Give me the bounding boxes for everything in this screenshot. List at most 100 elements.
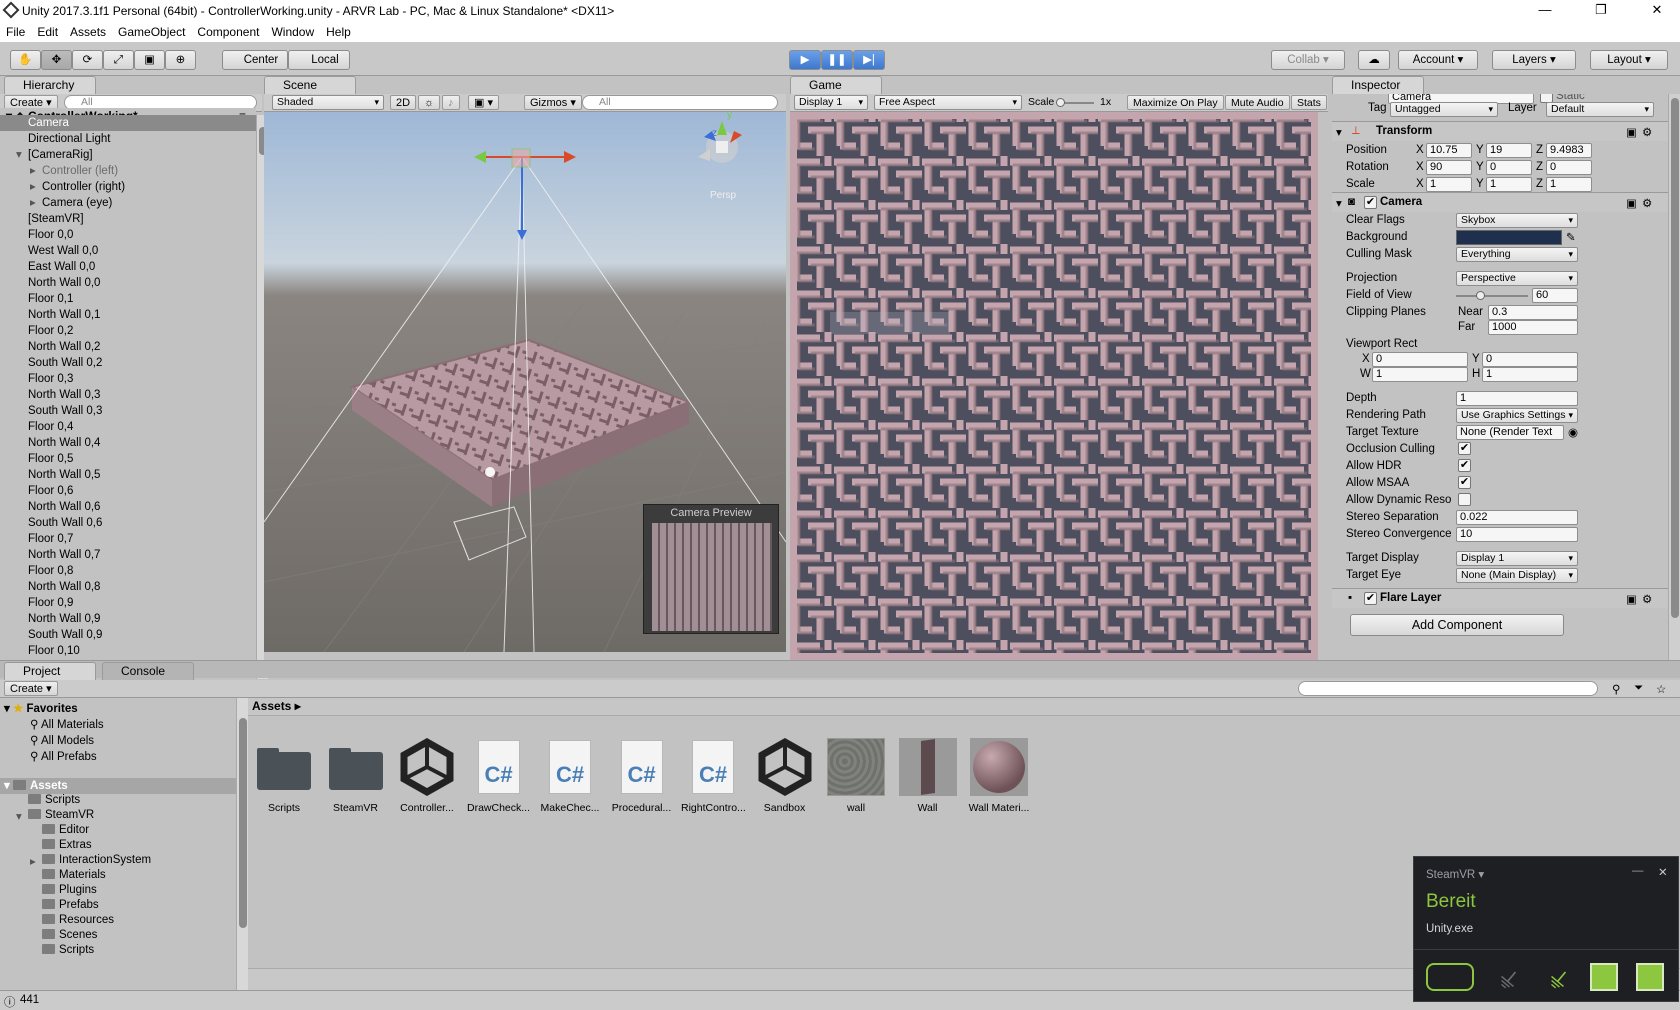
- camera-settings-gear-icon[interactable]: ⚙: [1642, 196, 1652, 210]
- favorite-item[interactable]: ⚲ All Prefabs: [30, 749, 97, 763]
- scale-slider-knob[interactable]: [1056, 98, 1065, 107]
- hierarchy-item[interactable]: South Wall 0,2: [0, 355, 256, 371]
- asset-item[interactable]: Sandbox: [753, 737, 817, 814]
- fov-slider-knob[interactable]: [1475, 291, 1485, 300]
- maximize-on-play-toggle[interactable]: Maximize On Play: [1127, 95, 1224, 110]
- steamvr-close-icon[interactable]: ✕: [1658, 865, 1668, 879]
- asset-item[interactable]: wall: [824, 738, 888, 814]
- folder-item[interactable]: Scripts: [42, 944, 94, 956]
- hierarchy-item[interactable]: South Wall 0,9: [0, 627, 256, 643]
- hierarchy-item[interactable]: Floor 0,9: [0, 595, 256, 611]
- minimize-button[interactable]: —: [1530, 2, 1560, 17]
- viewport-w-field[interactable]: 1: [1372, 367, 1468, 382]
- rotation-z-field[interactable]: 0: [1546, 160, 1592, 175]
- flare-settings-gear-icon[interactable]: ⚙: [1642, 592, 1652, 606]
- project-create-button[interactable]: Create ▾: [4, 681, 58, 696]
- hierarchy-item[interactable]: ▾ [CameraRig]: [0, 147, 256, 163]
- cloud-icon[interactable]: ☁: [1358, 50, 1390, 70]
- hierarchy-item[interactable]: Floor 0,3: [0, 371, 256, 387]
- rotation-y-field[interactable]: 0: [1486, 160, 1532, 175]
- favorites-row[interactable]: ▾ ★ Favorites: [4, 701, 78, 715]
- tab-console[interactable]: Console: [102, 662, 194, 680]
- folder-item[interactable]: Extras: [42, 839, 92, 851]
- project-search-input[interactable]: [1298, 681, 1598, 696]
- add-component-button[interactable]: Add Component: [1350, 614, 1564, 636]
- hierarchy-item[interactable]: Floor 0,4: [0, 419, 256, 435]
- hierarchy-item[interactable]: Floor 0,6: [0, 483, 256, 499]
- hierarchy-item[interactable]: Floor 0,2: [0, 323, 256, 339]
- transform-settings-gear-icon[interactable]: ⚙: [1642, 125, 1652, 139]
- transform-tool-icon[interactable]: ⊕: [165, 50, 196, 70]
- hierarchy-item[interactable]: Floor 0,10: [0, 643, 256, 659]
- asset-item[interactable]: C# MakeChec...: [538, 738, 602, 814]
- dynamic-resolution-checkbox[interactable]: [1458, 493, 1471, 506]
- menu-window[interactable]: Window: [265, 22, 320, 39]
- camera-component-header[interactable]: ▾ ◙ ✔ Camera ▣ ⚙: [1332, 192, 1668, 212]
- effects-toggle-icon[interactable]: ▣ ▾: [468, 95, 499, 110]
- camera-help-icon[interactable]: ▣: [1626, 196, 1637, 210]
- game-view[interactable]: [790, 112, 1328, 660]
- hierarchy-item[interactable]: South Wall 0,3: [0, 403, 256, 419]
- position-z-field[interactable]: 9.4983: [1546, 143, 1592, 158]
- maximize-button[interactable]: ❐: [1586, 2, 1616, 18]
- hierarchy-item[interactable]: Directional Light: [0, 131, 256, 147]
- hierarchy-item[interactable]: North Wall 0,8: [0, 579, 256, 595]
- near-field[interactable]: 0.3: [1488, 305, 1578, 320]
- fov-field[interactable]: 60: [1532, 288, 1578, 303]
- folder-item[interactable]: Resources: [42, 914, 114, 926]
- position-y-field[interactable]: 19: [1486, 143, 1532, 158]
- step-button[interactable]: ▶|: [853, 50, 885, 70]
- transform-header[interactable]: ▾ ⟂ Transform ▣ ⚙: [1332, 121, 1668, 141]
- occlusion-checkbox[interactable]: ✔: [1458, 442, 1471, 455]
- transform-help-icon[interactable]: ▣: [1626, 125, 1637, 139]
- hierarchy-item[interactable]: South Wall 0,6: [0, 515, 256, 531]
- hierarchy-item[interactable]: North Wall 0,6: [0, 499, 256, 515]
- collapse-arrow-icon[interactable]: ▸: [30, 195, 36, 211]
- asset-item[interactable]: C# RightContro...: [681, 738, 745, 814]
- account-dropdown[interactable]: Account ▾: [1398, 50, 1478, 70]
- stereo-separation-field[interactable]: 0.022: [1456, 510, 1578, 525]
- stereo-convergence-field[interactable]: 10: [1456, 527, 1578, 542]
- move-tool-icon[interactable]: ✥: [41, 50, 72, 70]
- hierarchy-item[interactable]: North Wall 0,0: [0, 275, 256, 291]
- collapse-arrow-icon[interactable]: ▸: [30, 854, 36, 868]
- hierarchy-item[interactable]: Floor 0,1: [0, 291, 256, 307]
- assets-root-row[interactable]: ▾ Assets: [0, 778, 236, 794]
- tag-dropdown[interactable]: Untagged: [1390, 102, 1498, 117]
- gizmos-dropdown[interactable]: Gizmos ▾: [524, 95, 582, 110]
- scale-y-field[interactable]: 1: [1486, 177, 1532, 192]
- scene-search-input[interactable]: All: [582, 95, 778, 110]
- transform-foldout-icon[interactable]: ▾: [1336, 125, 1342, 139]
- lighting-toggle-icon[interactable]: ☼: [418, 95, 441, 110]
- flare-layer-header[interactable]: ▪ ✔ Flare Layer ▣ ⚙: [1332, 588, 1668, 608]
- folder-item[interactable]: Editor: [42, 824, 89, 836]
- search-by-type-icon[interactable]: ⚲: [1612, 682, 1620, 696]
- culling-mask-dropdown[interactable]: Everything: [1456, 247, 1578, 262]
- scale-tool-icon[interactable]: ⤢: [103, 50, 134, 70]
- far-field[interactable]: 1000: [1488, 320, 1578, 335]
- scene-viewport[interactable]: y z Persp Camera Preview: [264, 112, 786, 652]
- rendering-path-dropdown[interactable]: Use Graphics Settings: [1456, 408, 1578, 423]
- mute-audio-toggle[interactable]: Mute Audio: [1225, 95, 1290, 110]
- asset-item[interactable]: Controller...: [395, 737, 459, 814]
- project-tree-scrollbar[interactable]: [236, 698, 248, 990]
- favorite-item[interactable]: ⚲ All Models: [30, 733, 94, 747]
- tab-scene[interactable]: Scene: [264, 76, 356, 94]
- menu-gameobject[interactable]: GameObject: [112, 22, 191, 39]
- hierarchy-item[interactable]: East Wall 0,0: [0, 259, 256, 275]
- hierarchy-item[interactable]: Floor 0,7: [0, 531, 256, 547]
- hdr-checkbox[interactable]: ✔: [1458, 459, 1471, 472]
- search-by-label-icon[interactable]: ⏷: [1634, 682, 1643, 695]
- flare-help-icon[interactable]: ▣: [1626, 592, 1637, 606]
- stats-toggle[interactable]: Stats: [1291, 95, 1327, 110]
- target-texture-field[interactable]: None (Render Text: [1456, 425, 1564, 440]
- layers-dropdown[interactable]: Layers ▾: [1492, 50, 1576, 70]
- 2d-toggle[interactable]: 2D: [390, 95, 417, 110]
- collapse-arrow-icon[interactable]: ▸: [30, 163, 36, 179]
- tab-project[interactable]: Project: [4, 662, 96, 680]
- collab-button[interactable]: Collab ▾: [1271, 50, 1345, 70]
- folder-item[interactable]: Materials: [42, 869, 106, 881]
- hierarchy-item[interactable]: [SteamVR]: [0, 211, 256, 227]
- inspector-scroll-thumb[interactable]: [1671, 98, 1679, 618]
- layout-dropdown[interactable]: Layout ▾: [1590, 50, 1668, 70]
